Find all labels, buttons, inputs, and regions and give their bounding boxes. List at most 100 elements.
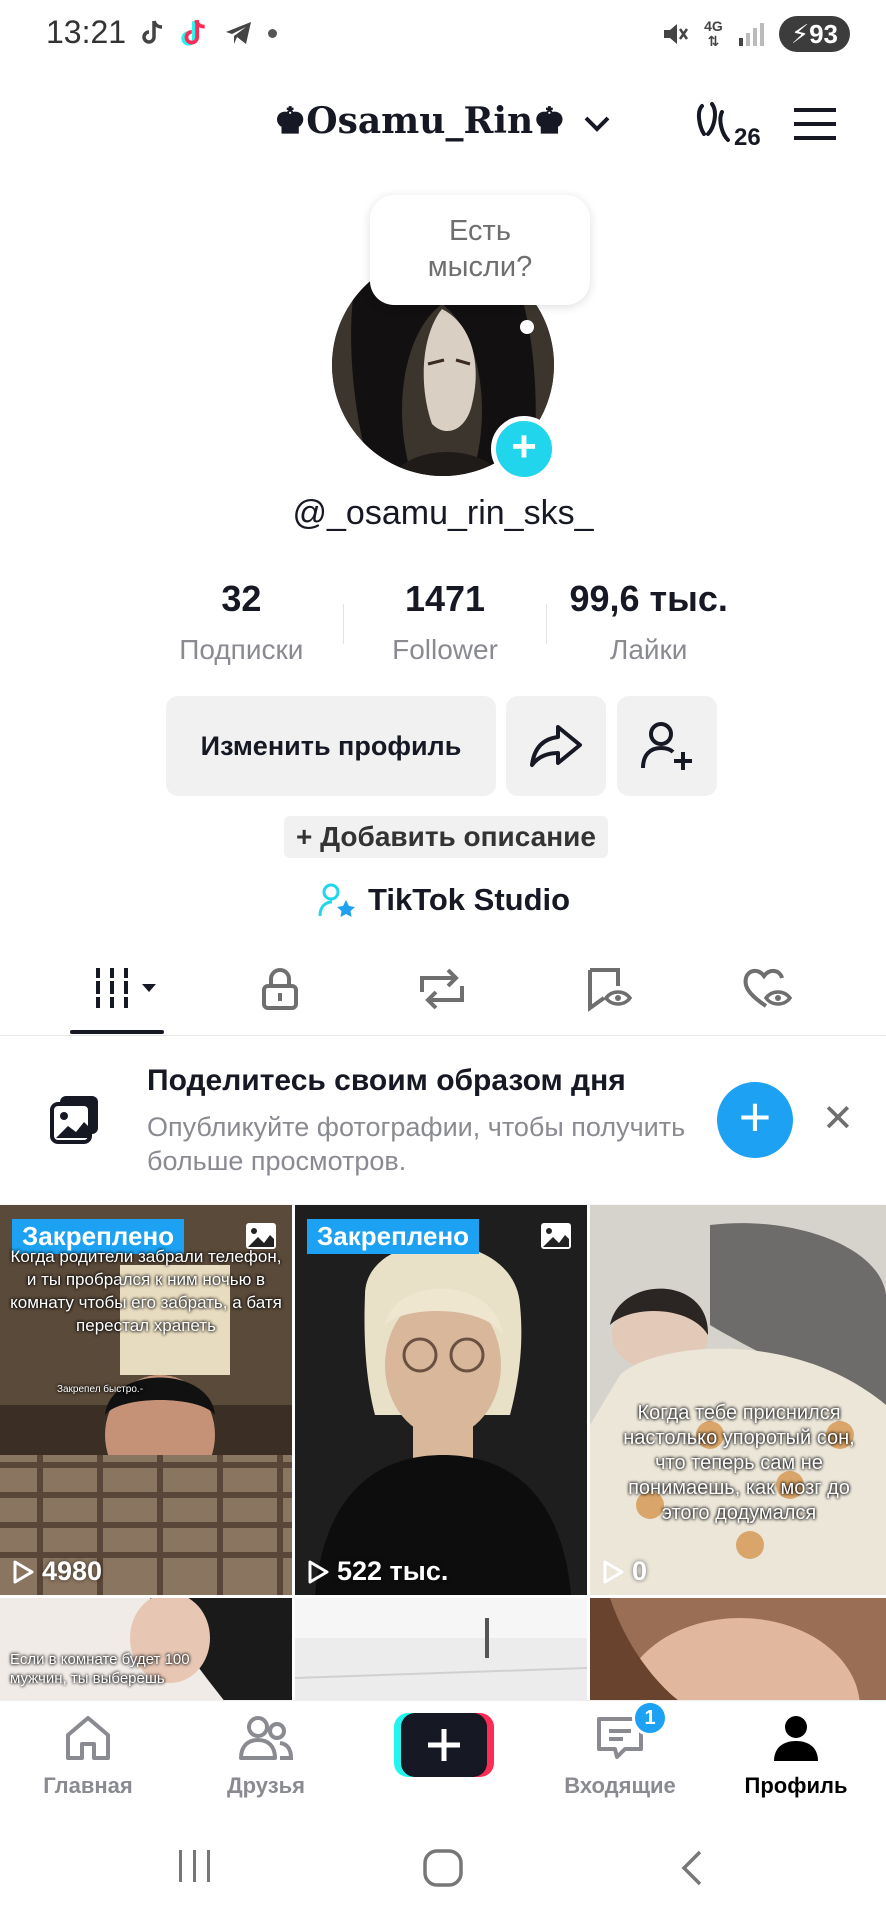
banner-subtitle: Опубликуйте фотографии, чтобы получить б… bbox=[147, 1112, 686, 1176]
add-description-button[interactable]: + Добавить описание bbox=[284, 816, 608, 858]
bubble-line-1: Есть bbox=[449, 215, 511, 247]
stat-followers[interactable]: 1471 Follower bbox=[344, 578, 547, 670]
friends-icon bbox=[239, 1716, 294, 1760]
hamburger-menu-icon bbox=[794, 108, 836, 140]
stat-likes[interactable]: 99,6 тыс. Лайки bbox=[547, 578, 750, 670]
followers-label: Follower bbox=[392, 634, 498, 665]
play-icon bbox=[13, 1560, 34, 1583]
active-tab-indicator bbox=[70, 1030, 164, 1034]
view-count-value: 522 тыс. bbox=[337, 1556, 449, 1586]
video-tile[interactable]: Если в комнате будет 100 мужчин, ты выбе… bbox=[0, 1598, 292, 1700]
followers-count: 1471 bbox=[404, 578, 486, 619]
following-count: 32 bbox=[221, 578, 262, 619]
video-thumbnail bbox=[295, 1205, 587, 1595]
home-icon bbox=[66, 1716, 110, 1760]
photo-post-icon bbox=[541, 1223, 571, 1249]
battery-indicator: ⚡93 bbox=[778, 16, 850, 52]
chevron-down-icon bbox=[584, 116, 610, 132]
nav-inbox[interactable]: Входящие bbox=[550, 1713, 690, 1799]
bubble-line-2: мысли? bbox=[427, 251, 533, 283]
create-post-button[interactable] bbox=[394, 1713, 494, 1777]
tab-reposts[interactable] bbox=[416, 966, 468, 1017]
stat-following[interactable]: 32 Подписки bbox=[140, 578, 343, 670]
view-count: 0 bbox=[602, 1556, 647, 1587]
mute-icon bbox=[664, 24, 689, 44]
following-label: Подписки bbox=[179, 634, 304, 665]
banner-add-button[interactable]: + bbox=[717, 1082, 793, 1158]
tab-private[interactable] bbox=[258, 966, 302, 1017]
video-grid: Закреплено Когда родители забрали телефо… bbox=[0, 1205, 886, 1700]
view-count-value: 0 bbox=[632, 1556, 648, 1586]
lock-icon bbox=[262, 968, 298, 1010]
tiktok-color-icon bbox=[181, 19, 205, 46]
nav-home[interactable]: Главная bbox=[18, 1713, 158, 1799]
play-icon bbox=[308, 1560, 329, 1583]
thought-bubble[interactable]: Есть мысли? bbox=[370, 195, 590, 305]
network-indicator: 4G ⇅ bbox=[704, 19, 723, 49]
share-arrow-icon bbox=[530, 725, 582, 767]
more-notifications-dot bbox=[268, 28, 277, 38]
pinned-badge: Закреплено bbox=[307, 1219, 480, 1254]
creator-person-star-icon bbox=[318, 883, 355, 917]
system-status: 4G ⇅ ⚡93 bbox=[660, 16, 850, 52]
tab-liked[interactable] bbox=[742, 966, 794, 1017]
home-circle-icon[interactable] bbox=[422, 1848, 464, 1888]
recent-apps-icon[interactable] bbox=[175, 1848, 215, 1884]
likes-label: Лайки bbox=[609, 634, 688, 665]
system-navigation bbox=[0, 1810, 886, 1920]
telegram-icon bbox=[226, 22, 251, 44]
profile-person-icon bbox=[774, 1716, 818, 1761]
username-handle: @_osamu_rin_sks_ bbox=[292, 494, 594, 532]
status-bar: 13:21 4G ⇅ ⚡93 bbox=[0, 0, 886, 70]
video-tile[interactable]: Закреплено Когда родители забрали телефо… bbox=[0, 1205, 292, 1595]
video-thumbnail bbox=[590, 1598, 886, 1700]
profile-title: ♚Osamu_Rin♚ bbox=[273, 100, 566, 142]
video-caption: Если в комнате будет 100 мужчин, ты выбе… bbox=[10, 1651, 190, 1687]
outfit-prompt-banner: Поделитесь своим образом дня Опубликуйте… bbox=[0, 1036, 886, 1204]
grid-videos-icon bbox=[92, 968, 156, 1008]
add-friend-button[interactable] bbox=[617, 696, 717, 796]
add-person-icon bbox=[641, 722, 692, 770]
tab-favorites[interactable] bbox=[584, 966, 633, 1017]
plus-icon bbox=[394, 1713, 494, 1777]
status-time: 13:21 bbox=[46, 14, 127, 50]
streak-button[interactable]: 26 bbox=[694, 98, 761, 151]
edit-profile-button[interactable]: Изменить профиль bbox=[166, 696, 496, 796]
nav-profile-label: Профиль bbox=[744, 1773, 848, 1798]
nav-home-label: Главная bbox=[43, 1773, 133, 1798]
battery-level: 93 bbox=[809, 19, 838, 49]
close-icon[interactable]: ✕ bbox=[822, 1096, 854, 1141]
profile-tabs bbox=[0, 950, 886, 1036]
banner-title: Поделитесь своим образом дня bbox=[147, 1064, 626, 1097]
bubble-tail bbox=[520, 320, 534, 334]
play-icon bbox=[603, 1560, 624, 1583]
signal-icon bbox=[738, 23, 764, 46]
video-tile[interactable] bbox=[295, 1598, 587, 1700]
nav-friends-label: Друзья bbox=[226, 1773, 306, 1798]
view-count-value: 4980 bbox=[42, 1556, 103, 1586]
nav-inbox-label: Входящие bbox=[564, 1773, 676, 1798]
video-thumbnail bbox=[590, 1205, 886, 1595]
photos-icon bbox=[50, 1096, 98, 1144]
menu-button[interactable] bbox=[792, 104, 838, 149]
profile-stats: 32 Подписки 1471 Follower 99,6 тыс. Лайк… bbox=[140, 578, 750, 670]
studio-label: TikTok Studio bbox=[368, 882, 571, 917]
nav-friends[interactable]: Друзья bbox=[196, 1713, 336, 1799]
video-subcaption: Закрепел быстро.- bbox=[56, 1384, 144, 1395]
share-profile-button[interactable] bbox=[506, 696, 606, 796]
back-icon[interactable] bbox=[676, 1848, 706, 1888]
heart-eye-icon bbox=[743, 969, 793, 1008]
bottom-navigation: Главная Друзья Входящие Профиль bbox=[0, 1700, 886, 1810]
add-story-button[interactable]: + bbox=[491, 416, 557, 482]
nav-profile[interactable]: Профиль bbox=[726, 1713, 866, 1799]
tiktok-studio-link[interactable]: TikTok Studio bbox=[318, 878, 570, 922]
video-tile[interactable]: Закреплено 522 тыс. bbox=[295, 1205, 587, 1595]
view-count: 522 тыс. bbox=[307, 1556, 448, 1587]
tiktok-notification-icon bbox=[142, 20, 163, 44]
tab-videos[interactable] bbox=[92, 966, 164, 1015]
video-tile[interactable]: Когда тебе приснился настолько упоротый … bbox=[590, 1205, 886, 1595]
repost-icon bbox=[420, 968, 464, 1010]
video-tile[interactable] bbox=[590, 1598, 886, 1700]
view-count: 4980 bbox=[12, 1556, 102, 1587]
video-caption: Когда родители забрали телефон, и ты про… bbox=[10, 1247, 282, 1335]
